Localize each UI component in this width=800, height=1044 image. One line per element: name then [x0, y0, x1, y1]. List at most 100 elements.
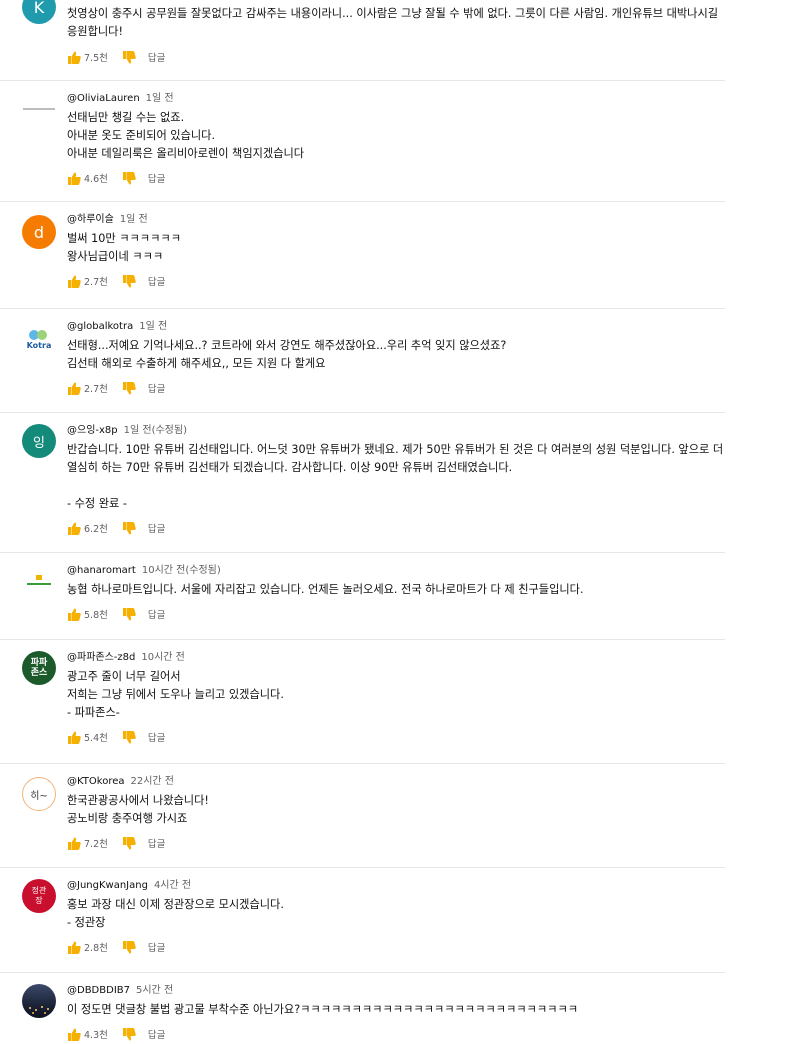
comment-author[interactable]: @JungKwanJang — [67, 880, 148, 891]
like-button[interactable]: 2.8천 — [67, 940, 108, 954]
avatar[interactable]: K — [22, 0, 56, 24]
comment-time[interactable]: 10시간 전(수정됨) — [142, 565, 221, 576]
thumb-down-icon[interactable] — [122, 50, 136, 64]
comment-item: d @하루이슬 1일 전 벌써 10만 ㅋㅋㅋㅋㅋㅋ 왕사님급이네 ㅋㅋㅋ 2.7… — [0, 201, 725, 309]
thumb-down-icon[interactable] — [122, 171, 136, 185]
comment-actions: 4.6천 답글 — [67, 170, 725, 186]
like-button[interactable]: 4.3천 — [67, 1027, 108, 1041]
thumb-up-icon — [68, 731, 81, 744]
thumb-down-icon[interactable] — [122, 836, 136, 850]
comment-author[interactable]: @globalkotra — [67, 321, 133, 332]
like-count: 2.7천 — [84, 384, 108, 395]
comment-item: 파파 존스 @파파존스-z8d 10시간 전 광고주 줄이 너무 길어서 저희는 … — [0, 639, 725, 764]
avatar[interactable]: 파파 존스 — [22, 651, 56, 685]
like-button[interactable]: 6.2천 — [67, 521, 108, 535]
like-count: 2.8천 — [84, 943, 108, 954]
comment-item: 정관 장 @JungKwanJang 4시간 전 홍보 과장 대신 이제 정관장으… — [0, 867, 725, 973]
comment-author[interactable]: @파파존스-z8d — [67, 652, 135, 663]
comment-actions: 6.2천 답글 — [67, 520, 725, 536]
comment-time[interactable]: 1일 전 — [120, 214, 148, 225]
nonghyup-logo-icon — [27, 575, 51, 585]
reply-button[interactable]: 답글 — [148, 730, 165, 744]
comment-author[interactable]: @OliviaLauren — [67, 93, 140, 104]
comment-item: K 첫영상이 충주시 공무원들 잘못없다고 감싸주는 내용이라니... 이사람은… — [0, 0, 725, 81]
avatar[interactable]: Kotra — [22, 322, 56, 356]
like-count: 5.4천 — [84, 733, 108, 744]
thumb-up-icon — [68, 608, 81, 621]
like-count: 4.6천 — [84, 174, 108, 185]
thumb-up-icon — [68, 522, 81, 535]
reply-button[interactable]: 답글 — [148, 1027, 165, 1041]
comment-actions: 2.7천 답글 — [67, 380, 725, 396]
reply-button[interactable]: 답글 — [148, 274, 165, 288]
like-count: 2.7천 — [84, 277, 108, 288]
comment-item: 잉 @으잉-x8p 1일 전(수정됨) 반갑습니다. 10만 유튜버 김선태입니다… — [0, 412, 725, 553]
like-button[interactable]: 5.4천 — [67, 730, 108, 744]
avatar[interactable]: 정관 장 — [22, 879, 56, 913]
thumb-up-icon — [68, 1028, 81, 1041]
like-button[interactable]: 4.6천 — [67, 171, 108, 185]
thumb-down-icon[interactable] — [122, 607, 136, 621]
thumb-up-icon — [68, 837, 81, 850]
thumb-down-icon[interactable] — [122, 1027, 136, 1041]
reply-button[interactable]: 답글 — [148, 50, 165, 64]
reply-button[interactable]: 답글 — [148, 836, 165, 850]
avatar[interactable] — [22, 984, 56, 1018]
avatar[interactable] — [22, 564, 56, 598]
thumb-down-icon[interactable] — [122, 730, 136, 744]
avatar[interactable]: 히~ — [22, 777, 56, 811]
comment-item: Kotra @globalkotra 1일 전 선태형...저예요 기억나세요..… — [0, 308, 725, 413]
like-button[interactable]: 7.5천 — [67, 50, 108, 64]
reply-button[interactable]: 답글 — [148, 607, 165, 621]
thumb-down-icon[interactable] — [122, 274, 136, 288]
comment-text: 광고주 줄이 너무 길어서 저희는 그냥 뒤에서 도우나 늘리고 있겠습니다. … — [67, 670, 284, 719]
comment-time[interactable]: 1일 전 — [139, 321, 167, 332]
avatar[interactable]: 잉 — [22, 424, 56, 458]
avatar-letter: 파파 존스 — [30, 658, 48, 678]
comment-time[interactable]: 10시간 전 — [141, 652, 185, 663]
comment-item: @OliviaLauren 1일 전 선태님만 챙길 수는 없죠. 아내분 옷도 … — [0, 80, 725, 202]
comment-text: 홍보 과장 대신 이제 정관장으로 모시겠습니다. - 정관장 — [67, 898, 284, 929]
comment-text: 이 정도면 댓글창 불법 광고물 부착수준 아닌가요?ㅋㅋㅋㅋㅋㅋㅋㅋㅋㅋㅋㅋㅋ… — [67, 1003, 579, 1016]
avatar-letter: d — [33, 222, 45, 242]
comment-actions: 2.8천 답글 — [67, 939, 725, 955]
like-count: 4.3천 — [84, 1030, 108, 1041]
reply-button[interactable]: 답글 — [148, 381, 165, 395]
comment-actions: 2.7천 답글 — [67, 273, 725, 289]
like-button[interactable]: 5.8천 — [67, 607, 108, 621]
avatar[interactable]: d — [22, 215, 56, 249]
comment-time[interactable]: 1일 전 — [146, 93, 174, 104]
like-count: 7.5천 — [84, 53, 108, 64]
thumb-down-icon[interactable] — [122, 940, 136, 954]
thumb-down-icon[interactable] — [122, 521, 136, 535]
comment-text: 반갑습니다. 10만 유튜버 김선태입니다. 어느덧 30만 유튜버가 됐네요.… — [67, 443, 724, 510]
thumb-up-icon — [68, 172, 81, 185]
avatar[interactable] — [22, 92, 56, 126]
comment-text: 농협 하나로마트입니다. 서울에 자리잡고 있습니다. 언제든 놀러오세요. 전… — [67, 583, 584, 596]
thumb-down-icon[interactable] — [122, 381, 136, 395]
thumb-up-icon — [68, 382, 81, 395]
comment-author[interactable]: @하루이슬 — [67, 214, 114, 225]
comment-author[interactable]: @DBDBDIB7 — [67, 985, 130, 996]
comment-item: @hanaromart 10시간 전(수정됨) 농협 하나로마트입니다. 서울에 … — [0, 552, 725, 640]
kotra-logo-icon — [29, 329, 47, 340]
comment-author[interactable]: @hanaromart — [67, 565, 136, 576]
comment-time[interactable]: 5시간 전 — [136, 985, 173, 996]
like-button[interactable]: 2.7천 — [67, 381, 108, 395]
reply-button[interactable]: 답글 — [148, 940, 165, 954]
reply-button[interactable]: 답글 — [148, 521, 165, 535]
comment-time[interactable]: 4시간 전 — [154, 880, 191, 891]
comment-text: 벌써 10만 ㅋㅋㅋㅋㅋㅋ 왕사님급이네 ㅋㅋㅋ — [67, 232, 181, 263]
olivia-lauren-logo-icon — [23, 108, 55, 110]
like-button[interactable]: 2.7천 — [67, 274, 108, 288]
comment-author[interactable]: @KTOkorea — [67, 776, 125, 787]
comment-time[interactable]: 1일 전(수정됨) — [124, 425, 187, 436]
thumb-up-icon — [68, 941, 81, 954]
comment-author[interactable]: @으잉-x8p — [67, 425, 118, 436]
comment-actions: 7.2천 답글 — [67, 835, 725, 851]
comment-time[interactable]: 22시간 전 — [131, 776, 175, 787]
like-button[interactable]: 7.2천 — [67, 836, 108, 850]
reply-button[interactable]: 답글 — [148, 171, 165, 185]
avatar-letter: 정관 장 — [31, 886, 47, 905]
comment-actions: 4.3천 답글 — [67, 1026, 725, 1042]
